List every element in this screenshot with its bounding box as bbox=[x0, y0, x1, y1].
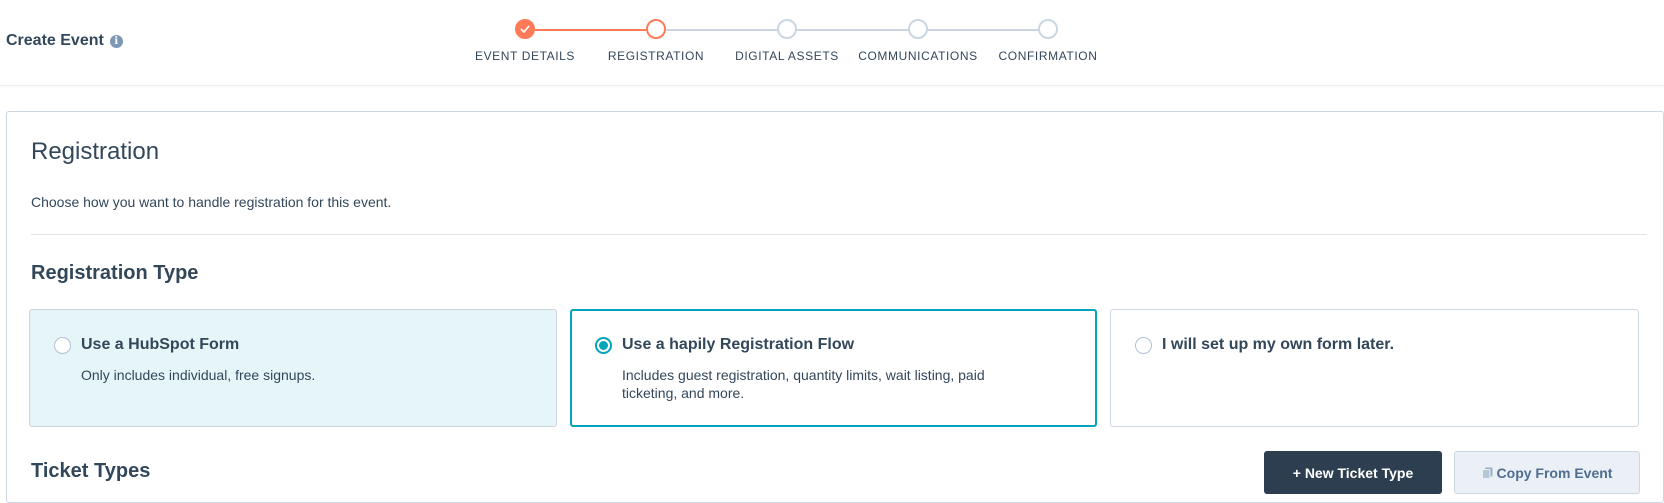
registration-card: Registration Choose how you want to hand… bbox=[6, 111, 1664, 503]
step-digital-assets[interactable]: DIGITAL ASSETS bbox=[717, 19, 857, 63]
step-event-details[interactable]: EVENT DETAILS bbox=[455, 19, 595, 63]
option-title: Use a HubSpot Form bbox=[81, 336, 240, 353]
step-communications[interactable]: COMMUNICATIONS bbox=[848, 19, 988, 63]
step-pending-circle-icon bbox=[908, 19, 928, 39]
ticket-types-heading: Ticket Types bbox=[31, 460, 151, 482]
option-hubspot-form[interactable]: Use a HubSpot Form Only includes individ… bbox=[29, 309, 557, 427]
option-title: Use a hapily Registration Flow bbox=[622, 336, 855, 353]
radio-button[interactable] bbox=[54, 336, 71, 354]
section-description: Choose how you want to handle registrati… bbox=[31, 194, 392, 210]
copy-from-event-button[interactable]: Copy From Event bbox=[1454, 451, 1640, 494]
step-registration[interactable]: REGISTRATION bbox=[586, 19, 726, 63]
option-description: Includes guest registration, quantity li… bbox=[622, 367, 985, 401]
step-pending-circle-icon bbox=[777, 19, 797, 39]
step-label: EVENT DETAILS bbox=[474, 49, 576, 63]
copy-icon bbox=[1481, 467, 1493, 479]
divider bbox=[31, 234, 1647, 235]
step-label: COMMUNICATIONS bbox=[858, 49, 978, 63]
option-title: I will set up my own form later. bbox=[1162, 336, 1395, 353]
step-current-circle-icon bbox=[646, 19, 666, 39]
top-bar: Create Event i EVENT DETAILS REGISTRATIO… bbox=[0, 0, 1664, 86]
step-confirmation[interactable]: CONFIRMATION bbox=[978, 19, 1118, 63]
step-pending-circle-icon bbox=[1038, 19, 1058, 39]
radio-button-checked[interactable] bbox=[595, 336, 612, 354]
step-label: REGISTRATION bbox=[607, 49, 705, 63]
registration-type-heading: Registration Type bbox=[31, 262, 199, 284]
new-ticket-type-button[interactable]: + New Ticket Type bbox=[1264, 451, 1442, 494]
copy-from-event-label: Copy From Event bbox=[1496, 464, 1613, 481]
page-title: Create Event bbox=[6, 32, 104, 49]
option-description: Only includes individual, free signups. bbox=[81, 367, 316, 383]
info-icon[interactable]: i bbox=[109, 34, 123, 48]
radio-button[interactable] bbox=[1135, 336, 1152, 354]
step-complete-check-icon bbox=[515, 19, 535, 39]
option-hapily-registration-flow[interactable]: Use a hapily Registration Flow Includes … bbox=[570, 309, 1097, 427]
step-label: DIGITAL ASSETS bbox=[735, 49, 839, 63]
option-own-form-later[interactable]: I will set up my own form later. bbox=[1110, 309, 1639, 427]
section-title: Registration bbox=[31, 138, 160, 165]
page-header: Create Event i bbox=[6, 32, 123, 50]
step-label: CONFIRMATION bbox=[998, 49, 1098, 63]
